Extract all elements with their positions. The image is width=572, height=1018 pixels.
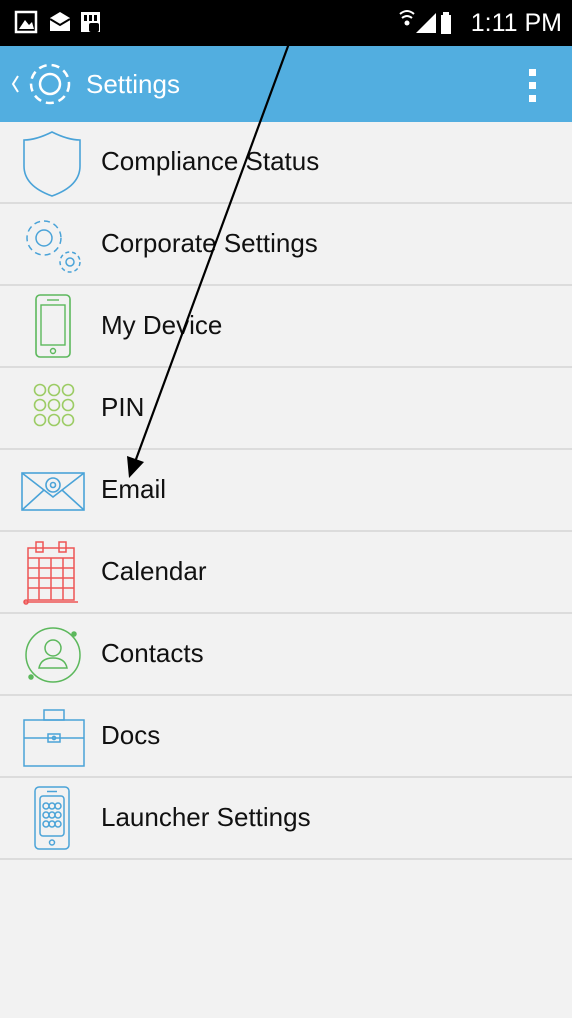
list-item-docs[interactable]: Docs xyxy=(0,696,572,778)
settings-gear-icon xyxy=(29,63,71,105)
briefcase-icon xyxy=(18,702,86,772)
shield-icon xyxy=(18,128,86,198)
list-item-calendar[interactable]: Calendar xyxy=(0,532,572,614)
list-item-label: Calendar xyxy=(101,556,207,586)
app-bar: Settings xyxy=(0,46,572,122)
status-bar: 1:11 PM xyxy=(0,0,572,46)
list-item-label: Compliance Status xyxy=(101,146,320,176)
list-item-label: Contacts xyxy=(101,638,204,668)
envelope-icon xyxy=(18,456,86,526)
keypad-icon xyxy=(18,374,86,444)
person-icon xyxy=(18,620,86,690)
launcher-icon xyxy=(18,784,86,854)
list-item-my-device[interactable]: My Device xyxy=(0,286,572,368)
page-title: Settings xyxy=(86,69,180,99)
phone-icon xyxy=(18,292,86,362)
gears-icon xyxy=(18,210,86,280)
more-vertical-icon xyxy=(529,69,536,102)
list-item-email[interactable]: Email xyxy=(0,450,572,532)
list-item-label: PIN xyxy=(101,392,145,422)
overflow-menu-button[interactable] xyxy=(518,64,548,108)
back-button[interactable] xyxy=(6,54,82,114)
status-time: 1:11 PM xyxy=(470,9,562,37)
list-item-launcher-settings[interactable]: Launcher Settings xyxy=(0,778,572,860)
list-item-corporate-settings[interactable]: Corporate Settings xyxy=(0,204,572,286)
list-item-compliance-status[interactable]: Compliance Status xyxy=(0,122,572,204)
settings-list: Compliance Status Corporate Settings My … xyxy=(0,122,572,860)
system-indicators xyxy=(399,10,451,34)
list-item-label: Launcher Settings xyxy=(101,802,311,832)
list-item-pin[interactable]: PIN xyxy=(0,368,572,450)
list-item-label: Corporate Settings xyxy=(101,228,318,258)
list-item-label: Docs xyxy=(101,720,161,750)
list-item-contacts[interactable]: Contacts xyxy=(0,614,572,696)
list-item-label: My Device xyxy=(101,310,223,340)
list-item-label: Email xyxy=(101,474,167,504)
notification-icons xyxy=(14,10,100,34)
calendar-icon xyxy=(18,538,86,608)
